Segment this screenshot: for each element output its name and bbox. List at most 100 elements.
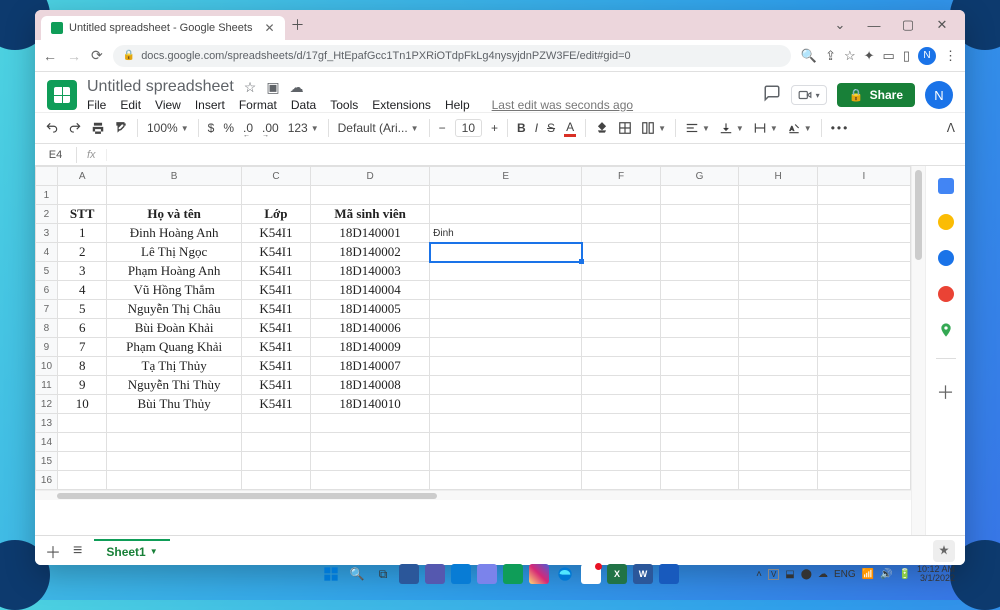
percent-button[interactable]: % — [223, 121, 234, 135]
row-header[interactable]: 5 — [36, 262, 58, 281]
row-header[interactable]: 6 — [36, 281, 58, 300]
row-header[interactable]: 3 — [36, 224, 58, 243]
cell[interactable] — [739, 376, 818, 395]
word-taskbar-icon[interactable] — [399, 564, 419, 584]
row-header[interactable]: 1 — [36, 186, 58, 205]
cell[interactable] — [57, 186, 107, 205]
cell[interactable] — [739, 471, 818, 490]
bookmark-icon[interactable]: ☆ — [844, 48, 856, 64]
share-url-icon[interactable]: ⇪ — [825, 48, 836, 64]
cell[interactable] — [739, 243, 818, 262]
cell[interactable] — [430, 186, 582, 205]
font-size-value[interactable]: 10 — [455, 119, 482, 137]
cell[interactable] — [241, 186, 310, 205]
zoom-dropdown[interactable]: 100%▼ — [147, 121, 189, 135]
cell[interactable] — [817, 186, 910, 205]
cell[interactable] — [739, 433, 818, 452]
menu-edit[interactable]: Edit — [120, 98, 141, 112]
sheet-tab[interactable]: Sheet1 ▼ — [94, 539, 169, 563]
cell[interactable] — [582, 376, 661, 395]
cell[interactable] — [660, 338, 739, 357]
search-icon[interactable]: 🔍 — [801, 48, 817, 64]
cell[interactable]: K54I1 — [241, 376, 310, 395]
cell[interactable] — [582, 319, 661, 338]
cell[interactable] — [57, 433, 107, 452]
col-header[interactable]: F — [582, 167, 661, 186]
cell[interactable] — [241, 452, 310, 471]
cell[interactable] — [241, 471, 310, 490]
cell[interactable] — [817, 262, 910, 281]
cell[interactable] — [430, 262, 582, 281]
row-header[interactable]: 16 — [36, 471, 58, 490]
col-header[interactable]: B — [107, 167, 241, 186]
row-header[interactable]: 9 — [36, 338, 58, 357]
tasks-sidepanel-icon[interactable] — [938, 250, 954, 266]
cell[interactable] — [311, 452, 430, 471]
row-header[interactable]: 7 — [36, 300, 58, 319]
cell[interactable] — [57, 471, 107, 490]
vertical-scrollbar[interactable] — [911, 166, 925, 535]
cell[interactable] — [739, 205, 818, 224]
devices-icon[interactable]: ▯ — [903, 48, 910, 64]
cell[interactable] — [817, 319, 910, 338]
cell[interactable]: Tạ Thị Thủy — [107, 357, 241, 376]
keep-sidepanel-icon[interactable] — [938, 214, 954, 230]
row-header[interactable]: 13 — [36, 414, 58, 433]
cell[interactable] — [241, 414, 310, 433]
tab-close-icon[interactable]: ✕ — [264, 21, 274, 35]
explore-button[interactable] — [933, 540, 955, 562]
col-header[interactable]: E — [430, 167, 582, 186]
menu-insert[interactable]: Insert — [195, 98, 225, 112]
cell[interactable] — [817, 300, 910, 319]
extension-puzzle-icon[interactable]: ✦ — [864, 48, 875, 64]
cell[interactable]: 8 — [57, 357, 107, 376]
cell[interactable] — [107, 433, 241, 452]
cell[interactable] — [311, 433, 430, 452]
add-sheet-button[interactable]: ＋ — [45, 539, 61, 563]
cell[interactable] — [739, 395, 818, 414]
tray-battery-icon[interactable]: 🔋 — [899, 569, 911, 580]
window-maximize-icon[interactable]: ▢ — [891, 17, 925, 33]
cell[interactable] — [430, 243, 582, 262]
v-align-button[interactable]: ▼ — [719, 121, 744, 135]
url-field[interactable]: 🔒 docs.google.com/spreadsheets/d/17gf_Ht… — [113, 45, 791, 67]
task-view-icon[interactable]: ⧉ — [373, 564, 393, 584]
cell[interactable]: Lớp — [241, 205, 310, 224]
cell[interactable]: K54I1 — [241, 224, 310, 243]
calendar-sidepanel-icon[interactable] — [938, 178, 954, 194]
cell[interactable] — [430, 357, 582, 376]
row-header[interactable]: 8 — [36, 319, 58, 338]
browser-tab[interactable]: Untitled spreadsheet - Google Sheets ✕ — [41, 16, 285, 40]
row-header[interactable]: 14 — [36, 433, 58, 452]
cloud-status-icon[interactable]: ☁ — [290, 79, 304, 96]
cell[interactable] — [57, 452, 107, 471]
paint-format-icon[interactable] — [114, 121, 128, 135]
format-123-dropdown[interactable]: 123▼ — [288, 121, 319, 135]
cell[interactable]: 4 — [57, 281, 107, 300]
cell[interactable] — [582, 338, 661, 357]
window-minimize-icon[interactable]: — — [857, 18, 891, 33]
cell[interactable] — [739, 414, 818, 433]
decrease-decimal-button[interactable]: .0← — [243, 121, 253, 135]
cell[interactable] — [817, 338, 910, 357]
cell[interactable]: 18D140006 — [311, 319, 430, 338]
cell[interactable]: Phạm Quang Khải — [107, 338, 241, 357]
cell[interactable] — [430, 338, 582, 357]
teams-taskbar-icon[interactable] — [425, 564, 445, 584]
row-header[interactable]: 15 — [36, 452, 58, 471]
cell[interactable] — [739, 357, 818, 376]
cell[interactable] — [582, 224, 661, 243]
cell[interactable] — [817, 376, 910, 395]
menu-view[interactable]: View — [155, 98, 181, 112]
cell[interactable]: 18D140001 — [311, 224, 430, 243]
cell[interactable] — [739, 319, 818, 338]
horizontal-scrollbar[interactable] — [35, 490, 911, 500]
cell[interactable]: 18D140005 — [311, 300, 430, 319]
cell[interactable] — [660, 357, 739, 376]
cell[interactable]: 18D140002 — [311, 243, 430, 262]
cell[interactable]: 10 — [57, 395, 107, 414]
name-box[interactable]: E4 — [35, 147, 77, 163]
star-icon[interactable]: ☆ — [244, 79, 257, 96]
cell[interactable] — [660, 452, 739, 471]
last-edit-link[interactable]: Last edit was seconds ago — [492, 98, 633, 112]
